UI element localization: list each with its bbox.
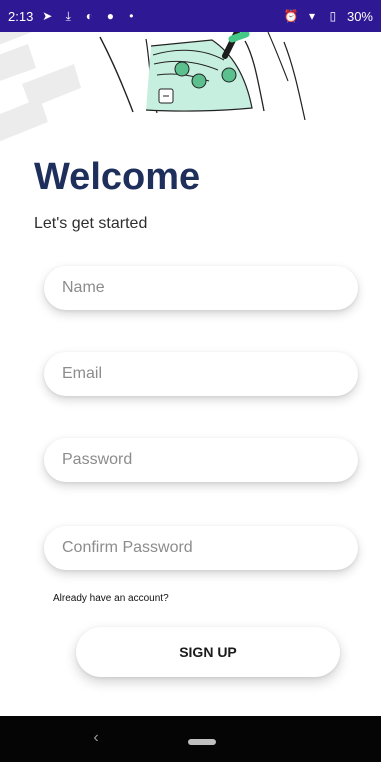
page-title: Welcome bbox=[34, 156, 201, 198]
navigation-bar: ‹ bbox=[0, 716, 381, 762]
back-icon[interactable]: ‹ bbox=[88, 728, 104, 748]
email-field[interactable] bbox=[44, 352, 358, 396]
alarm-icon: ⏰ bbox=[283, 9, 299, 23]
download-icon: ⤓ bbox=[65, 9, 71, 23]
confirm-password-field[interactable] bbox=[44, 526, 358, 570]
page-subtitle: Let's get started bbox=[34, 215, 148, 232]
home-pill-icon[interactable] bbox=[188, 739, 216, 745]
header-illustration bbox=[0, 32, 381, 124]
battery-percentage: 30% bbox=[346, 8, 373, 24]
status-time: 2:13 bbox=[8, 8, 34, 24]
battery-icon: ▯ bbox=[329, 9, 337, 23]
filled-circle-icon: ● bbox=[106, 9, 114, 23]
name-input[interactable] bbox=[44, 266, 358, 310]
name-field[interactable] bbox=[44, 266, 358, 310]
password-field[interactable] bbox=[44, 438, 358, 482]
wifi-icon: ▾ bbox=[308, 9, 315, 23]
navigation-arrow-icon: ➤ bbox=[42, 9, 53, 23]
password-input[interactable] bbox=[44, 438, 358, 482]
dot-icon: • bbox=[129, 9, 134, 23]
confirm-password-input[interactable] bbox=[44, 526, 358, 570]
half-circle-icon: ◐ bbox=[85, 9, 93, 23]
login-link[interactable]: Already have an account? bbox=[53, 592, 169, 606]
status-left: 2:13 ➤ ⤓ ◐ ● • bbox=[8, 9, 138, 24]
status-right: ⏰ ▾ ▯ 30% bbox=[283, 8, 374, 24]
status-bar: 2:13 ➤ ⤓ ◐ ● • ⏰ ▾ ▯ 30% bbox=[0, 0, 381, 32]
sign-up-button[interactable]: SIGN UP bbox=[76, 627, 340, 677]
email-input[interactable] bbox=[44, 352, 358, 396]
